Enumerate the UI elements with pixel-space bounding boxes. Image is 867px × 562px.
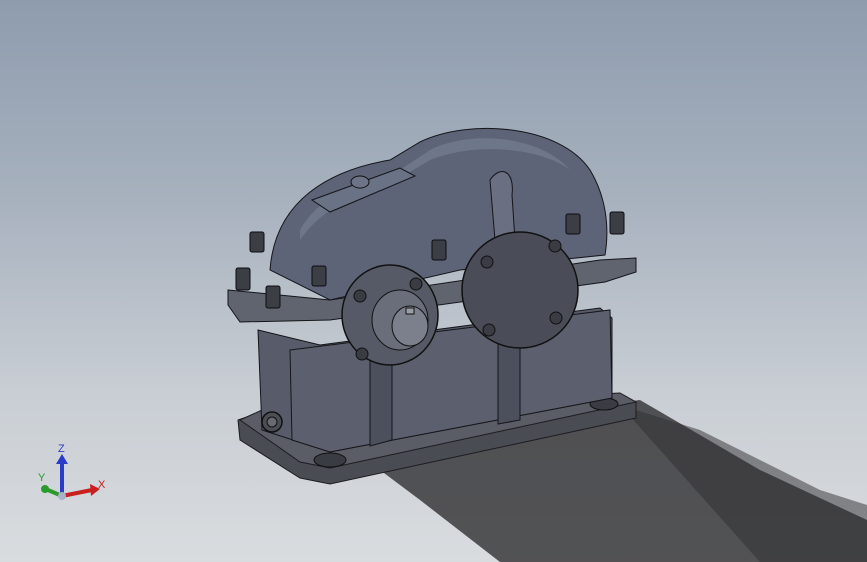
- flange-bolt-4: [311, 265, 327, 287]
- lifting-lug: [489, 171, 516, 241]
- flange-bolt-5: [431, 239, 447, 261]
- y-axis-tip: [41, 485, 49, 493]
- base-bolt-hole-front: [313, 452, 347, 468]
- breather-cap: [350, 175, 370, 189]
- shaft-key: [405, 307, 415, 315]
- y-axis-label: Y: [38, 472, 46, 484]
- bearing-cap-input-bolt-2: [409, 277, 423, 291]
- graphics-viewport[interactable]: Z X Y: [0, 0, 867, 562]
- flange-bolt-2: [235, 267, 251, 291]
- x-axis: [61, 488, 93, 498]
- gear-reducer-model[interactable]: [0, 0, 867, 562]
- drain-plug-inner: [266, 416, 278, 428]
- flange-bolt-3: [265, 285, 281, 309]
- bearing-cap-output-bolt-2: [548, 239, 562, 253]
- bearing-cap-output-bolt-4: [482, 323, 496, 337]
- bearing-cap-input-bolt-1: [353, 289, 367, 303]
- flange-bolt-1: [249, 231, 265, 253]
- bearing-cap-input-bolt-3: [355, 347, 369, 361]
- z-axis-label: Z: [58, 443, 65, 455]
- bearing-cap-output-bolt-3: [549, 311, 563, 325]
- flange-bolt-7: [609, 211, 625, 235]
- x-axis-label: X: [98, 479, 106, 491]
- flange-bolt-6: [565, 213, 581, 235]
- view-orientation-triad: Z X Y: [30, 440, 120, 510]
- bearing-cap-output-bolt-1: [480, 255, 494, 269]
- bearing-cap-output: [461, 231, 579, 349]
- z-axis-arrow: [56, 454, 68, 464]
- triad-origin: [58, 492, 66, 500]
